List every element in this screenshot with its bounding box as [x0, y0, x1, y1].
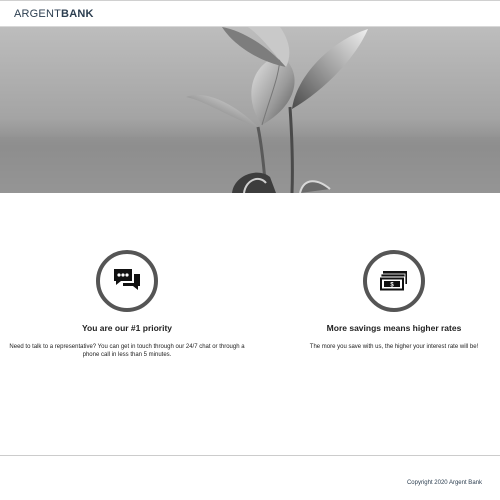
- feature-item-description: The more you save with us, the higher yo…: [309, 344, 479, 350]
- footer-copyright: Copyright 2020 Argent Bank: [406, 480, 482, 486]
- feature-item-description: Need to talk to a representative? You ca…: [9, 344, 245, 358]
- feature-item-savings: $ More savings means higher rates The mo…: [269, 250, 500, 351]
- logo-text-argent: ARGENT: [14, 8, 62, 20]
- feature-item-title: You are our #1 priority: [81, 323, 173, 333]
- money-icon: $: [363, 250, 425, 312]
- main-nav-logo[interactable]: ARGENTBANK: [14, 8, 94, 20]
- hero-banner-image: [0, 27, 500, 193]
- feature-item-title: More savings means higher rates: [326, 323, 462, 333]
- feature-item-chat: You are our #1 priority Need to talk to …: [2, 250, 252, 359]
- footer: Copyright 2020 Argent Bank: [0, 455, 500, 500]
- chat-icon: [96, 250, 158, 312]
- main-nav: ARGENTBANK: [0, 1, 500, 27]
- logo-text-bank: BANK: [61, 8, 94, 20]
